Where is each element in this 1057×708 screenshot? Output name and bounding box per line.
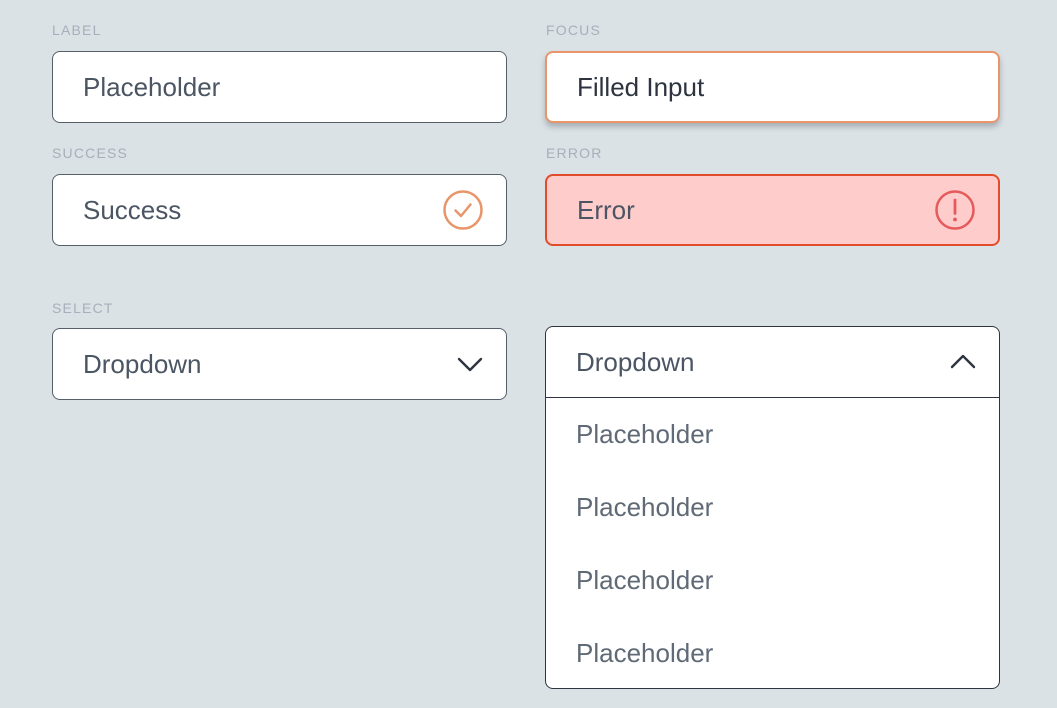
alert-circle-icon xyxy=(935,190,975,230)
open-select-header[interactable]: Dropdown xyxy=(546,327,999,398)
success-field-label: SUCCESS xyxy=(52,145,129,161)
error-input[interactable]: Error xyxy=(545,174,1000,246)
dropdown-option[interactable]: Placeholder xyxy=(546,544,999,617)
focus-input[interactable]: Filled Input xyxy=(545,51,1000,123)
dropdown-option[interactable]: Placeholder xyxy=(546,617,999,688)
error-input-value: Error xyxy=(577,194,635,225)
chevron-down-icon xyxy=(457,357,483,372)
select-dropdown[interactable]: Dropdown xyxy=(52,328,507,400)
error-field-label: ERROR xyxy=(546,145,603,161)
success-input[interactable]: Success xyxy=(52,174,507,246)
default-field-label: LABEL xyxy=(52,22,102,38)
chevron-up-icon[interactable] xyxy=(949,348,977,376)
check-circle-icon xyxy=(443,190,483,230)
default-input[interactable]: Placeholder xyxy=(52,51,507,123)
focus-input-value: Filled Input xyxy=(577,71,705,102)
open-select-dropdown: Dropdown Placeholder Placeholder Placeho… xyxy=(545,326,1000,689)
default-input-placeholder: Placeholder xyxy=(83,71,221,102)
open-select-value: Dropdown xyxy=(576,346,695,377)
select-value: Dropdown xyxy=(83,348,202,379)
dropdown-option[interactable]: Placeholder xyxy=(546,471,999,544)
dropdown-option[interactable]: Placeholder xyxy=(546,398,999,471)
focus-field-label: FOCUS xyxy=(546,22,601,38)
select-field-label: SELECT xyxy=(52,300,114,316)
success-input-value: Success xyxy=(83,194,182,225)
